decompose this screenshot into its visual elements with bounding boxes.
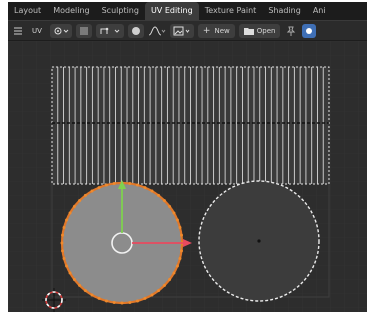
uv-vertex[interactable] (136, 299, 140, 303)
uv-canvas[interactable] (8, 41, 367, 312)
uv-vertex[interactable] (72, 278, 76, 282)
uv-editor-window: Layout Modeling Sculpting UV Editing Tex… (8, 2, 367, 312)
uv-toolbar: UV + New Open (8, 20, 367, 40)
uv-vertex[interactable] (143, 296, 147, 300)
editor-mode-label[interactable]: UV (28, 24, 46, 38)
uv-vertex[interactable] (175, 264, 179, 268)
uv-vertex[interactable] (78, 283, 82, 287)
uv-vertex[interactable] (83, 193, 87, 197)
open-label: Open (256, 26, 276, 35)
image-icon (173, 26, 190, 35)
tab-layout[interactable]: Layout (8, 2, 47, 20)
tab-texture-paint[interactable]: Texture Paint (199, 2, 263, 20)
plus-icon: + (202, 25, 211, 36)
uv-viewport[interactable] (8, 41, 367, 312)
tab-uv-editing[interactable]: UV Editing (144, 2, 199, 20)
uv-vertex[interactable] (60, 241, 64, 245)
pin-button[interactable] (284, 24, 298, 38)
uv-vertex[interactable] (179, 249, 183, 253)
uv-vertex[interactable] (61, 249, 65, 253)
uv-vertex[interactable] (65, 264, 69, 268)
proportional-toggle[interactable] (127, 23, 144, 38)
folder-icon (243, 27, 254, 35)
uv-vertex[interactable] (178, 225, 182, 229)
uv-vertex[interactable] (68, 271, 72, 275)
uv-vertex[interactable] (72, 204, 76, 208)
uv-vertex[interactable] (162, 199, 166, 203)
uv-vertex[interactable] (172, 211, 176, 215)
uv-vertex[interactable] (104, 299, 108, 303)
uv-vertex[interactable] (143, 186, 147, 190)
channels-icon (306, 27, 313, 34)
uv-vertex[interactable] (83, 289, 87, 293)
uv-island-cap[interactable] (198, 180, 320, 302)
uv-vertex[interactable] (62, 225, 66, 229)
uv-vertex[interactable] (97, 186, 101, 190)
uv-vertex[interactable] (104, 183, 108, 187)
uv-vertex[interactable] (112, 182, 116, 186)
uv-vertex[interactable] (128, 182, 132, 186)
tab-animation[interactable]: Ani (307, 2, 332, 20)
open-image-button[interactable]: Open (238, 23, 281, 38)
uv-vertex[interactable] (68, 211, 72, 215)
new-label: New (214, 26, 230, 35)
uv-vertex[interactable] (172, 271, 176, 275)
uv-vertex[interactable] (157, 289, 161, 293)
tab-sculpting[interactable]: Sculpting (96, 2, 145, 20)
uv-vertex[interactable] (90, 189, 94, 193)
image-browse-dropdown[interactable] (169, 23, 194, 38)
uv-vertex[interactable] (65, 218, 69, 222)
uv-vertex[interactable] (178, 257, 182, 261)
uv-vertex[interactable] (112, 300, 116, 304)
uv-vertex[interactable] (120, 301, 124, 305)
uv-vertex[interactable] (168, 204, 172, 208)
sync-icon (79, 26, 88, 35)
uv-vertex[interactable] (157, 193, 161, 197)
sync-selection-toggle[interactable] (75, 23, 92, 38)
uv-vertex[interactable] (162, 283, 166, 287)
uv-select-mode[interactable] (95, 23, 124, 38)
uv-vertex[interactable] (97, 296, 101, 300)
pivot-icon (54, 27, 69, 34)
uv-vertex[interactable] (136, 183, 140, 187)
uv-vertex[interactable] (175, 218, 179, 222)
uv-vertex[interactable] (90, 293, 94, 297)
pivot-dropdown[interactable] (49, 23, 72, 38)
uv-vertex[interactable] (168, 278, 172, 282)
uv-vertex[interactable] (150, 189, 154, 193)
vertex-select-icon (100, 27, 120, 34)
pin-icon (287, 26, 296, 36)
uv-vertex[interactable] (78, 199, 82, 203)
editor-type-icon[interactable] (12, 24, 24, 38)
uv-vertex[interactable] (179, 233, 183, 237)
tab-modeling[interactable]: Modeling (47, 2, 95, 20)
proportional-icon (131, 26, 140, 35)
display-channels-button[interactable] (302, 23, 317, 38)
uv-vertex[interactable] (61, 233, 65, 237)
workspace-tabs: Layout Modeling Sculpting UV Editing Tex… (8, 2, 367, 20)
falloff-dropdown[interactable] (148, 24, 166, 38)
tab-shading[interactable]: Shading (262, 2, 307, 20)
uv-vertex[interactable] (128, 300, 132, 304)
uv-vertex[interactable] (150, 293, 154, 297)
falloff-icon (148, 25, 166, 35)
uv-vertex[interactable] (62, 257, 66, 261)
new-image-button[interactable]: + New (197, 23, 235, 38)
